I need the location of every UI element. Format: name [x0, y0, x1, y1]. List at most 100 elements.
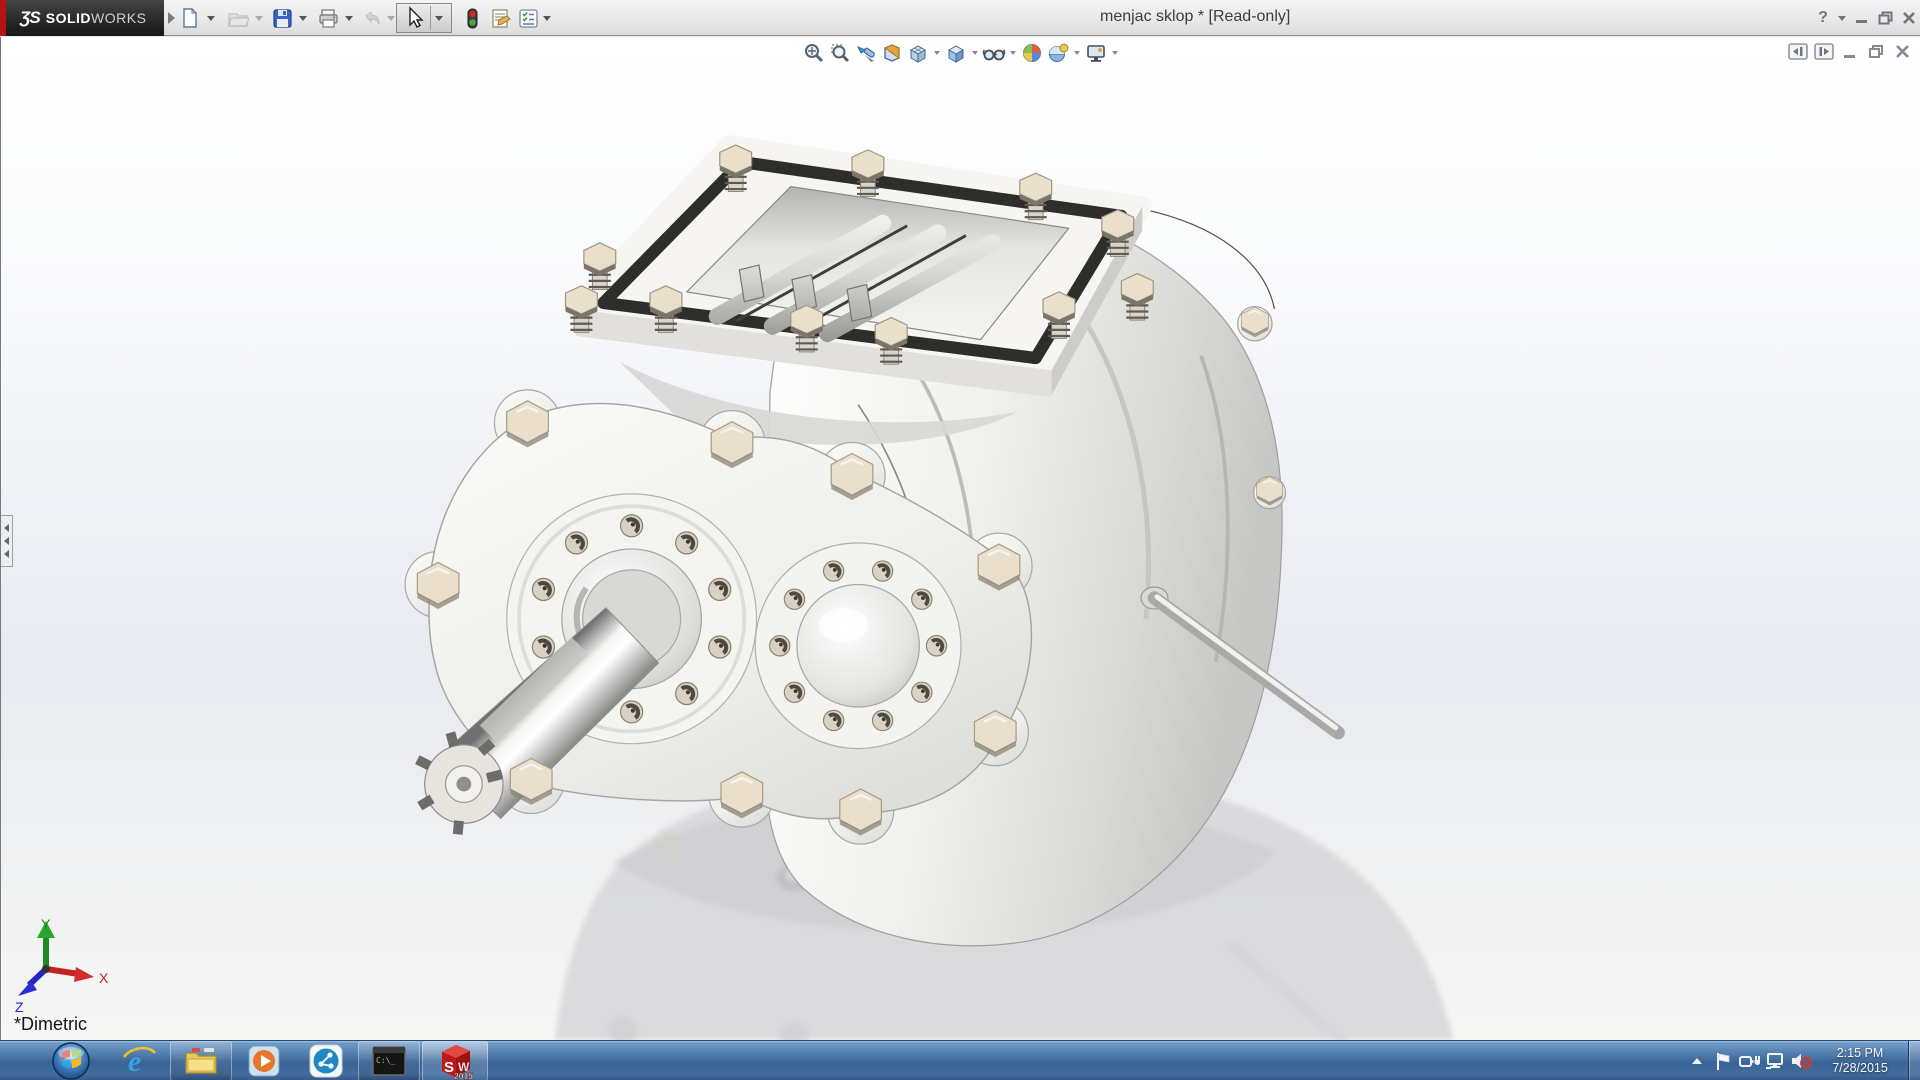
zoom-to-fit-button[interactable] [801, 40, 827, 66]
media-player-icon [247, 1044, 281, 1078]
display-style-dropdown[interactable] [969, 51, 981, 55]
doc-restore-button[interactable] [1866, 43, 1886, 60]
windows-taskbar: e [0, 1040, 1920, 1080]
taskbar-media-player[interactable] [234, 1041, 294, 1080]
hide-show-items-dropdown[interactable] [1007, 51, 1019, 55]
view-orientation-label: *Dimetric [14, 1014, 87, 1035]
hidden-icons-arrow-icon [1692, 1058, 1702, 1064]
taskbar-share-tool[interactable] [296, 1041, 356, 1080]
volume-button[interactable] [1788, 1041, 1814, 1080]
brand-bold: SOLID [46, 10, 91, 26]
doc-minimize-button[interactable] [1840, 43, 1860, 60]
x-axis-arrow [74, 967, 94, 982]
network-button[interactable] [1762, 1041, 1788, 1080]
graphics-area[interactable]: Y X Z *Dimetric [0, 37, 1920, 1040]
hidden-icons-button[interactable] [1684, 1041, 1710, 1080]
edit-appearance-button[interactable] [1019, 40, 1045, 66]
command-prompt-icon: C:\_ [372, 1046, 406, 1076]
zoom-to-area-button[interactable] [827, 40, 853, 66]
previous-view-icon [855, 42, 877, 64]
section-view-button[interactable] [879, 40, 905, 66]
x-axis-label: X [99, 970, 109, 986]
power-button[interactable] [1736, 1041, 1762, 1080]
open-dropdown[interactable] [252, 4, 266, 32]
apply-scene-dropdown[interactable] [1071, 51, 1083, 55]
gearbox-model[interactable] [1, 37, 1920, 1040]
taskbar-clock[interactable]: 2:15 PM 7/28/2015 [1818, 1046, 1902, 1076]
apply-scene-button[interactable] [1045, 40, 1071, 66]
solidworks-2015-icon: S W 2015 [436, 1042, 474, 1080]
windows-explorer-folder-icon [184, 1045, 218, 1077]
document-window-controls [1788, 43, 1912, 60]
show-desktop-button[interactable] [1908, 1041, 1920, 1080]
taskbar-solidworks[interactable]: S W 2015 [422, 1041, 488, 1080]
orientation-triad: Y X Z [7, 917, 117, 1027]
previous-view-button[interactable] [853, 40, 879, 66]
display-style-button[interactable] [943, 40, 969, 66]
power-plug-icon [1738, 1052, 1760, 1070]
traffic-light-icon [461, 7, 483, 29]
view-orientation-button[interactable] [905, 40, 931, 66]
rebuild-button[interactable] [458, 4, 486, 32]
window-title: menjac sklop * [Read-only] [1100, 8, 1420, 28]
new-document-dropdown[interactable] [204, 4, 218, 32]
expand-pane-button[interactable] [1814, 43, 1834, 60]
options-dropdown[interactable] [540, 4, 554, 32]
clock-time: 2:15 PM [1818, 1046, 1902, 1061]
zoom-area-icon [829, 42, 851, 64]
select-cursor-icon [402, 5, 428, 31]
taskbar-command-prompt[interactable]: C:\_ [358, 1041, 420, 1080]
doc-minimize-icon [1842, 44, 1858, 60]
undo-button[interactable] [358, 4, 386, 32]
print-button[interactable] [314, 4, 342, 32]
doc-close-button[interactable] [1892, 43, 1912, 60]
help-dropdown[interactable] [1836, 8, 1848, 28]
options-list-icon [517, 7, 539, 29]
restore-button[interactable] [1876, 8, 1896, 28]
save-button[interactable] [268, 4, 296, 32]
system-tray: 2:15 PM 7/28/2015 [1684, 1041, 1920, 1080]
file-properties-button[interactable] [486, 4, 514, 32]
windows-start-orb-icon [50, 1041, 92, 1080]
new-document-button[interactable] [176, 4, 204, 32]
open-button[interactable] [224, 4, 252, 32]
featuremanager-collapsed-tab[interactable] [1, 515, 13, 567]
taskbar-internet-explorer[interactable]: e [110, 1041, 168, 1080]
open-folder-icon [227, 7, 249, 29]
z-axis-label: Z [15, 999, 24, 1015]
select-tool-button[interactable] [396, 3, 452, 33]
start-button[interactable] [36, 1041, 106, 1080]
save-dropdown[interactable] [296, 4, 310, 32]
network-icon [1765, 1052, 1785, 1070]
collapse-pane-button[interactable] [1788, 43, 1808, 60]
svg-text:2015: 2015 [454, 1071, 473, 1080]
close-button[interactable] [1899, 8, 1919, 28]
shaded-cube-icon [945, 42, 967, 64]
view-settings-button[interactable] [1083, 40, 1109, 66]
view-settings-dropdown[interactable] [1109, 51, 1121, 55]
taskbar-windows-explorer[interactable] [170, 1041, 232, 1080]
select-dropdown[interactable] [435, 16, 443, 21]
menu-expand-arrow[interactable] [168, 12, 175, 24]
close-icon [1902, 11, 1916, 25]
brand-light: WORKS [91, 10, 146, 26]
doc-close-icon [1895, 44, 1910, 59]
volume-muted-icon [1790, 1052, 1812, 1070]
print-dropdown[interactable] [342, 4, 356, 32]
minimize-button[interactable] [1852, 8, 1872, 28]
title-bar: ƷS SOLID WORKS [0, 0, 1920, 36]
solidworks-window: ƷS SOLID WORKS [0, 0, 1920, 1080]
action-center-button[interactable] [1710, 1041, 1736, 1080]
action-center-flag-icon [1714, 1051, 1732, 1071]
options-button[interactable] [514, 4, 542, 32]
hide-show-items-button[interactable] [981, 40, 1007, 66]
input-shaft-boss [755, 543, 961, 749]
expand-pane-icon [1814, 43, 1834, 60]
clock-date: 7/28/2015 [1818, 1061, 1902, 1076]
doc-restore-icon [1868, 44, 1885, 59]
file-properties-icon [489, 7, 511, 29]
solidworks-logo-mark: ƷS [20, 8, 40, 28]
section-view-icon [881, 42, 903, 64]
help-button[interactable]: ? [1814, 8, 1832, 28]
view-orientation-dropdown[interactable] [931, 51, 943, 55]
